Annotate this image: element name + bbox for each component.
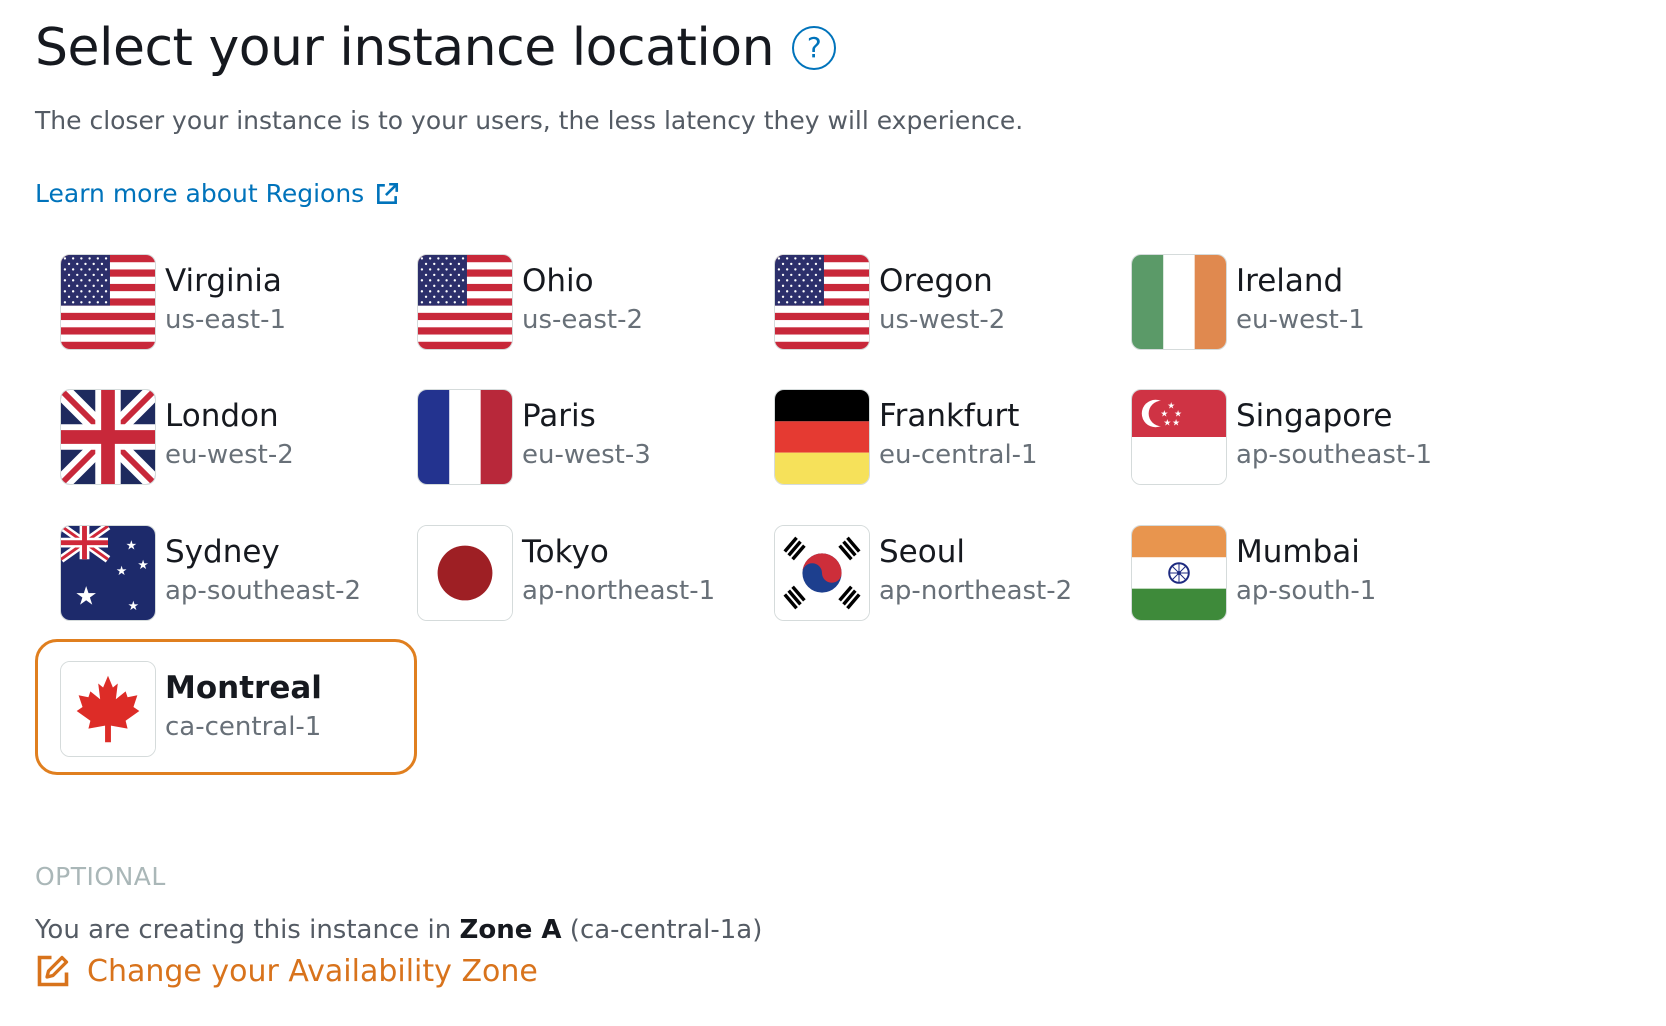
page-title-text: Select your instance location [35,18,775,78]
region-name: Singapore [1236,398,1393,434]
page-title: Select your instance location ? [35,18,837,78]
region-code: eu-west-1 [1236,305,1365,335]
region-code: eu-west-3 [522,440,651,470]
region-card-london[interactable]: London eu-west-2 [35,367,415,501]
external-link-icon [377,182,399,204]
learn-more-label: Learn more about Regions [35,179,365,208]
optional-label: OPTIONAL [35,862,166,891]
region-name: Oregon [879,263,993,299]
japan-flag-icon [417,525,513,621]
region-card-mumbai[interactable]: Mumbai ap-south-1 [1106,503,1486,637]
region-name: Tokyo [522,534,609,570]
change-link-label: Change your Availability Zone [87,953,538,989]
svg-text:★: ★ [75,581,98,611]
region-card-tokyo[interactable]: Tokyo ap-northeast-1 [392,503,772,637]
region-code: eu-west-2 [165,440,294,470]
region-card-sydney[interactable]: ★ ★ ★ ★ ★ Sydney ap-southeast-2 [35,503,415,637]
india-flag-icon [1131,525,1227,621]
page-subtitle: The closer your instance is to your user… [35,106,1024,135]
region-card-frankfurt[interactable]: Frankfurt eu-central-1 [749,367,1129,501]
region-code: us-west-2 [879,305,1006,335]
region-name: Seoul [879,534,965,570]
region-card-virginia[interactable]: Virginia us-east-1 [35,232,415,366]
us-flag-icon [417,254,513,350]
svg-text:★: ★ [126,538,137,553]
question-circle-icon[interactable]: ? [792,26,837,70]
australia-flag-icon: ★ ★ ★ ★ ★ [60,525,156,621]
region-name: Frankfurt [879,398,1020,434]
region-code: us-east-1 [165,305,286,335]
region-card-singapore[interactable]: ★ ★ ★ ★ ★ Singapore ap-southeast-1 [1106,367,1486,501]
learn-more-regions-link[interactable]: Learn more about Regions [35,179,400,208]
region-name: Mumbai [1236,534,1360,570]
region-card-seoul[interactable]: Seoul ap-northeast-2 [749,503,1129,637]
region-code: ap-northeast-1 [522,576,716,606]
region-code: ap-south-1 [1236,576,1377,606]
svg-text:★: ★ [1163,418,1171,428]
region-name: Ireland [1236,263,1344,299]
region-name: Montreal [165,670,322,706]
ireland-flag-icon [1131,254,1227,350]
us-flag-icon [774,254,870,350]
svg-text:★: ★ [116,563,127,578]
change-availability-zone-link[interactable]: Change your Availability Zone [35,953,538,989]
uk-flag-icon [60,389,156,485]
region-card-ireland[interactable]: Ireland eu-west-1 [1106,232,1486,366]
region-card-ohio[interactable]: Ohio us-east-2 [392,232,772,366]
region-name: Ohio [522,263,594,299]
germany-flag-icon [774,389,870,485]
region-code: eu-central-1 [879,440,1038,470]
svg-text:★: ★ [137,557,148,572]
region-code: ap-southeast-2 [165,576,362,606]
region-card-montreal[interactable]: Montreal ca-central-1 [35,639,417,775]
region-name: Paris [522,398,596,434]
region-name: Sydney [165,534,280,570]
svg-text:★: ★ [1172,418,1180,428]
region-code: ap-southeast-1 [1236,440,1433,470]
region-name: Virginia [165,263,282,299]
edit-icon [37,955,69,987]
availability-zone-text: You are creating this instance in Zone A… [35,915,762,945]
region-name: London [165,398,279,434]
zone-prefix: You are creating this instance in [35,915,460,945]
zone-name: Zone A [459,915,562,945]
region-code: ap-northeast-2 [879,576,1073,606]
us-flag-icon [60,254,156,350]
canada-flag-icon [60,661,156,757]
singapore-flag-icon: ★ ★ ★ ★ ★ [1131,389,1227,485]
region-card-oregon[interactable]: Oregon us-west-2 [749,232,1129,366]
svg-text:★: ★ [128,598,139,613]
region-code: ca-central-1 [165,712,322,742]
france-flag-icon [417,389,513,485]
korea-flag-icon [774,525,870,621]
region-card-paris[interactable]: Paris eu-west-3 [392,367,772,501]
region-code: us-east-2 [522,305,643,335]
zone-suffix: (ca-central-1a) [561,915,763,945]
